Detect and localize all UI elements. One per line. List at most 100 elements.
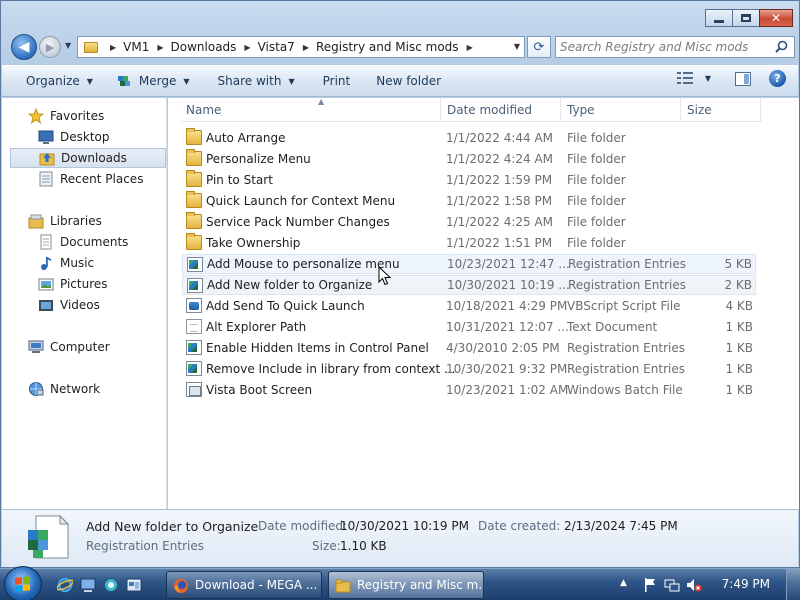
file-type: File folder bbox=[567, 194, 626, 208]
column-header-date-modified[interactable]: Date modified bbox=[441, 98, 561, 122]
merge-label: Merge bbox=[138, 74, 177, 88]
recent-pages-dropdown[interactable]: ▼ bbox=[65, 41, 71, 50]
firefox-icon bbox=[174, 579, 188, 593]
file-row-vista-boot-screen[interactable]: Vista Boot Screen 10/23/2021 1:02 AM Win… bbox=[182, 380, 756, 400]
internet-explorer-icon[interactable] bbox=[57, 577, 73, 593]
folder-icon bbox=[186, 170, 202, 187]
file-name: Remove Include in library from context .… bbox=[206, 362, 456, 376]
details-date-modified-label: Date modified: bbox=[258, 519, 348, 533]
nav-pictures-label: Pictures bbox=[60, 277, 108, 291]
chevron-right-icon[interactable]: ▶ bbox=[157, 43, 163, 52]
organize-button[interactable]: Organize ▼ bbox=[18, 69, 101, 93]
address-dropdown-icon[interactable]: ▼ bbox=[514, 42, 520, 51]
file-row-take-ownership[interactable]: Take Ownership 1/1/2022 1:51 PM File fol… bbox=[182, 233, 756, 253]
file-row-add-send-to-quick-launch[interactable]: Add Send To Quick Launch 10/18/2021 4:29… bbox=[182, 296, 756, 316]
navigation-pane: Favorites Desktop Downloads Recent Place… bbox=[2, 98, 167, 509]
nav-desktop[interactable]: Desktop bbox=[38, 127, 158, 147]
chevron-right-icon[interactable]: ▶ bbox=[110, 43, 116, 52]
merge-button[interactable]: Merge ▼ bbox=[109, 69, 198, 93]
taskbar-item-mega-download[interactable]: Download - MEGA ... bbox=[166, 571, 322, 599]
file-size: 1 KB bbox=[725, 383, 753, 397]
file-type: Windows Batch File bbox=[567, 383, 683, 397]
refresh-button[interactable]: ⟳ bbox=[527, 36, 551, 58]
show-hidden-icons-icon[interactable]: ▲ bbox=[620, 578, 636, 594]
switch-windows-icon[interactable] bbox=[103, 577, 119, 593]
nav-computer[interactable]: Computer bbox=[28, 337, 158, 357]
chevron-right-icon[interactable]: ▶ bbox=[467, 43, 473, 52]
maximize-button[interactable] bbox=[732, 9, 760, 27]
nav-pictures[interactable]: Pictures bbox=[38, 274, 158, 294]
file-row-service-pack-number-changes[interactable]: Service Pack Number Changes 1/1/2022 4:2… bbox=[182, 212, 756, 232]
back-arrow-icon: ◀ bbox=[18, 39, 30, 55]
breadcrumb-vm1[interactable]: VM1 bbox=[123, 40, 149, 54]
file-row-add-new-folder-to-organize[interactable]: Add New folder to Organize 10/30/2021 10… bbox=[182, 275, 756, 295]
file-row-alt-explorer-path[interactable]: Alt Explorer Path 10/31/2021 12:07 ... T… bbox=[182, 317, 756, 337]
search-input[interactable] bbox=[560, 40, 770, 54]
chevron-right-icon[interactable]: ▶ bbox=[244, 43, 250, 52]
details-date-created-label: Date created: bbox=[478, 519, 561, 533]
new-folder-button[interactable]: New folder bbox=[368, 69, 449, 93]
file-date: 10/30/2021 9:32 PM bbox=[446, 362, 568, 376]
file-row-add-mouse-to-personalize-menu[interactable]: Add Mouse to personalize menu 10/23/2021… bbox=[182, 254, 756, 274]
file-row-pin-to-start[interactable]: Pin to Start 1/1/2022 1:59 PM File folde… bbox=[182, 170, 756, 190]
network-tray-icon[interactable] bbox=[664, 577, 680, 593]
volume-muted-icon[interactable] bbox=[686, 577, 702, 593]
registry-file-large-icon bbox=[28, 514, 70, 559]
file-name: Add Mouse to personalize menu bbox=[207, 257, 400, 271]
start-button[interactable] bbox=[4, 566, 42, 600]
nav-downloads[interactable]: Downloads bbox=[10, 148, 166, 168]
nav-favorites[interactable]: Favorites bbox=[28, 106, 158, 126]
file-row-quick-launch-for-context-menu[interactable]: Quick Launch for Context Menu 1/1/2022 1… bbox=[182, 191, 756, 211]
folder-icon bbox=[186, 149, 202, 166]
file-row-auto-arrange[interactable]: Auto Arrange 1/1/2022 4:44 AM File folde… bbox=[182, 128, 756, 148]
taskbar-item-registry-and-misc-mods[interactable]: Registry and Misc m... bbox=[328, 571, 484, 599]
search-icon[interactable] bbox=[775, 40, 788, 53]
chevron-right-icon[interactable]: ▶ bbox=[303, 43, 309, 52]
column-header-type[interactable]: Type bbox=[561, 98, 681, 122]
nav-computer-label: Computer bbox=[50, 340, 110, 354]
search-box[interactable] bbox=[555, 36, 795, 58]
libraries-icon bbox=[28, 214, 44, 229]
address-bar[interactable]: ▶ VM1 ▶ Downloads ▶ Vista7 ▶ Registry an… bbox=[77, 36, 525, 58]
file-row-remove-include-in-library[interactable]: Remove Include in library from context .… bbox=[182, 359, 756, 379]
file-row-enable-hidden-items[interactable]: Enable Hidden Items in Control Panel 4/3… bbox=[182, 338, 756, 358]
share-with-button[interactable]: Share with ▼ bbox=[210, 69, 303, 93]
show-desktop-button[interactable] bbox=[786, 569, 800, 600]
registry-merge-icon bbox=[117, 76, 130, 86]
nav-network[interactable]: Network bbox=[28, 379, 158, 399]
change-view-icon[interactable] bbox=[676, 71, 693, 86]
back-button[interactable]: ◀ bbox=[11, 34, 37, 60]
file-row-personalize-menu[interactable]: Personalize Menu 1/1/2022 4:24 AM File f… bbox=[182, 149, 756, 169]
preview-pane-icon[interactable] bbox=[735, 71, 751, 86]
print-button[interactable]: Print bbox=[315, 69, 359, 93]
file-type: VBScript Script File bbox=[567, 299, 681, 313]
forward-button[interactable]: ▶ bbox=[39, 36, 61, 58]
file-date: 10/31/2021 12:07 ... bbox=[446, 320, 569, 334]
nav-music[interactable]: Music bbox=[38, 253, 158, 273]
file-name: Quick Launch for Context Menu bbox=[206, 194, 396, 208]
system-clock[interactable]: 7:49 PM bbox=[722, 577, 770, 591]
windows-logo-icon bbox=[15, 576, 31, 592]
nav-documents[interactable]: Documents bbox=[38, 232, 158, 252]
nav-libraries-label: Libraries bbox=[50, 214, 102, 228]
column-header-size[interactable]: Size bbox=[681, 98, 761, 122]
windows-explorer-icon[interactable] bbox=[126, 577, 142, 593]
breadcrumb-vista7[interactable]: Vista7 bbox=[258, 40, 295, 54]
breadcrumb-downloads[interactable]: Downloads bbox=[171, 40, 237, 54]
breadcrumb-registry-and-misc-mods[interactable]: Registry and Misc mods bbox=[316, 40, 459, 54]
column-header-name[interactable]: ▲ Name bbox=[182, 97, 441, 122]
nav-recent-places[interactable]: Recent Places bbox=[38, 169, 158, 189]
action-center-flag-icon[interactable] bbox=[642, 577, 658, 593]
taskbar: Download - MEGA ... Registry and Misc m.… bbox=[0, 566, 800, 600]
title-bar[interactable]: ✕ bbox=[1, 1, 799, 31]
view-dropdown-icon[interactable]: ▼ bbox=[705, 74, 711, 83]
close-button[interactable]: ✕ bbox=[759, 9, 793, 27]
minimize-button[interactable] bbox=[705, 9, 733, 27]
show-desktop-icon[interactable] bbox=[80, 577, 96, 593]
folder-icon bbox=[186, 191, 202, 208]
nav-libraries[interactable]: Libraries bbox=[28, 211, 158, 231]
nav-videos[interactable]: Videos bbox=[38, 295, 158, 315]
command-bar-right: ▼ ? bbox=[676, 70, 786, 87]
help-icon[interactable]: ? bbox=[769, 70, 786, 87]
chevron-down-icon: ▼ bbox=[183, 76, 190, 86]
